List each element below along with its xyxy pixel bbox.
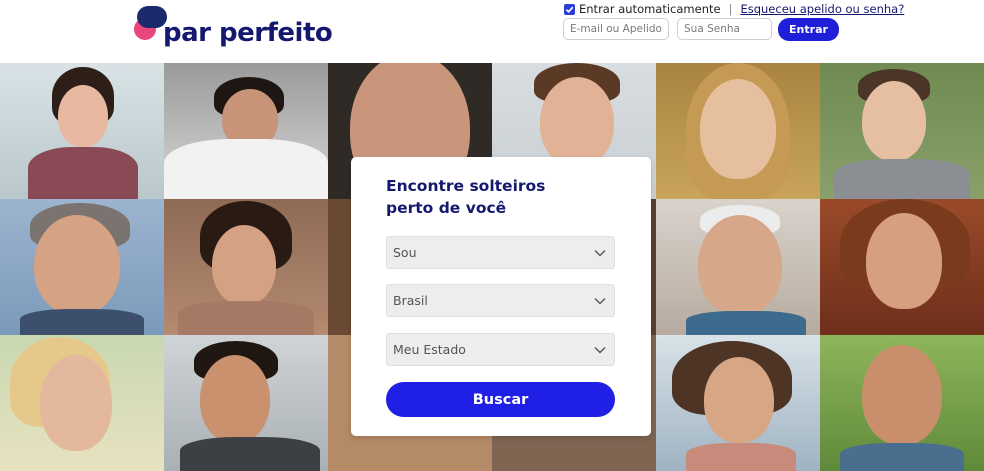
auto-login-label[interactable]: Entrar automaticamente [579, 2, 721, 16]
country-select-value: Brasil [393, 293, 428, 308]
gender-select-value: Sou [393, 245, 417, 260]
forgot-password-link[interactable]: Esqueceu apelido ou senha? [740, 2, 904, 16]
email-field[interactable] [563, 18, 669, 40]
chevron-down-icon [594, 249, 606, 256]
photo-tile [0, 199, 164, 335]
photo-tile [656, 199, 820, 335]
search-card-title: Encontre solteiros perto de você [386, 175, 626, 219]
state-select[interactable]: Meu Estado [386, 333, 615, 366]
photo-tile [164, 335, 328, 471]
country-select[interactable]: Brasil [386, 284, 615, 317]
photo-tile [0, 63, 164, 199]
photo-tile [656, 335, 820, 471]
photo-tile [820, 63, 984, 199]
state-select-value: Meu Estado [393, 342, 466, 357]
gender-select[interactable]: Sou [386, 236, 615, 269]
photo-tile [0, 335, 164, 471]
chevron-down-icon [594, 297, 606, 304]
chevron-down-icon [594, 346, 606, 353]
login-button[interactable]: Entrar [778, 18, 839, 41]
title-line-1: Encontre solteiros [386, 177, 546, 195]
check-icon [565, 6, 574, 13]
auto-login-checkbox[interactable] [564, 3, 575, 15]
photo-tile [820, 199, 984, 335]
search-button[interactable]: Buscar [386, 382, 615, 417]
top-header: par perfeito Entrar automaticamente | Es… [0, 0, 984, 63]
logo[interactable]: par perfeito [134, 5, 333, 51]
photo-tile [656, 63, 820, 199]
auto-login-row: Entrar automaticamente | Esqueceu apelid… [564, 1, 904, 17]
photo-tile [164, 63, 328, 199]
photo-tile [164, 199, 328, 335]
password-field[interactable] [677, 18, 772, 40]
photo-tile [820, 335, 984, 471]
search-card: Encontre solteiros perto de você Sou Bra… [351, 157, 651, 436]
title-line-2: perto de você [386, 199, 507, 217]
separator: | [728, 2, 733, 16]
logo-text: par perfeito [163, 18, 333, 48]
